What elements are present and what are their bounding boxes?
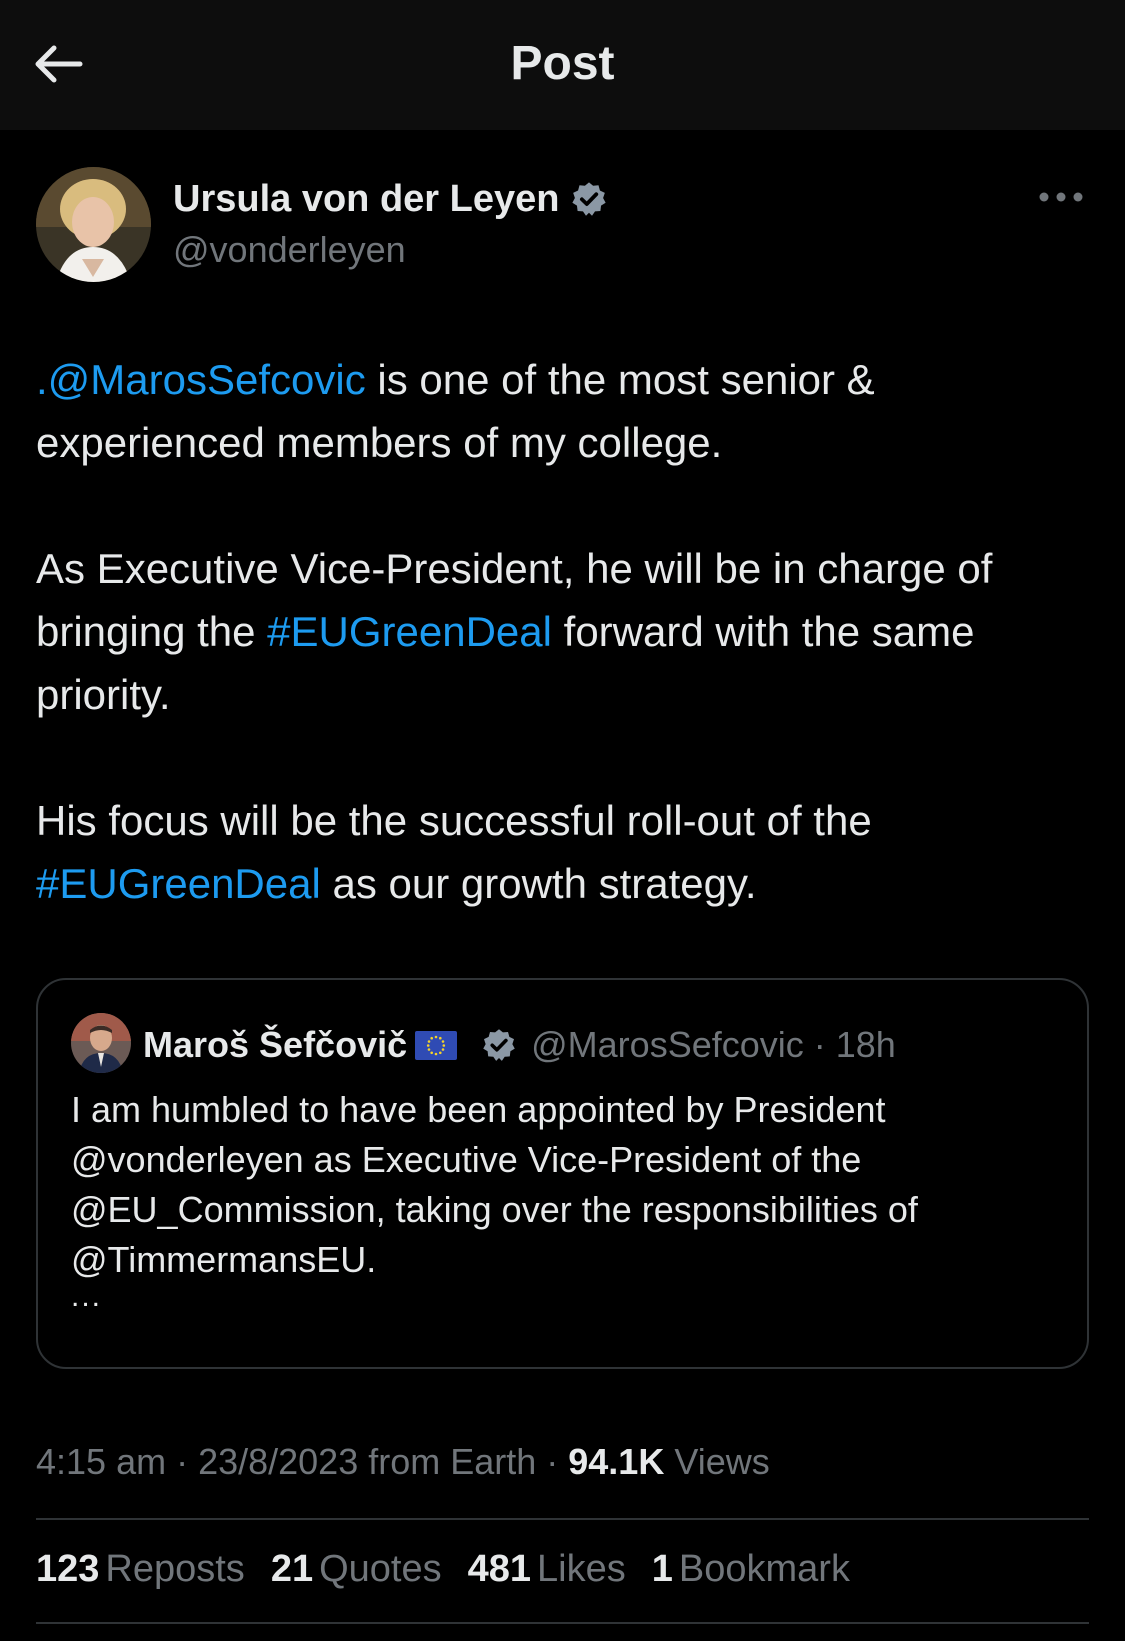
stat-count: 481 [467,1548,532,1590]
views-count: 94.1K [568,1441,665,1482]
stat-label: Likes [537,1548,626,1590]
engagement-stats: 123 Reposts 21 Quotes 481 Likes 1 Bookmark [36,1548,876,1591]
mention-link[interactable]: .@MarosSefcovic [36,356,366,403]
divider [36,1518,1089,1520]
author-handle[interactable]: @vonderleyen [173,229,406,271]
stat-count: 123 [36,1548,100,1590]
author-name[interactable]: Ursula von der Leyen [173,178,559,221]
verified-badge-icon[interactable] [481,1027,517,1063]
post-timestamp[interactable]: 4:15 am · 23/8/2023 from Earth · [36,1441,568,1482]
views-label: Views [664,1441,770,1482]
quote-ellipsis: ... [71,1280,103,1313]
hashtag-link[interactable]: #EUGreenDeal [36,860,321,907]
more-horizontal-icon [1039,192,1083,202]
quote-text: I am humbled to have been appointed by P… [71,1089,918,1280]
eu-flag-icon [415,1030,458,1060]
tweet-paragraph-1: .@MarosSefcovic is one of the most senio… [36,348,1096,474]
tweet-text-segment: as our growth strategy. [320,860,757,907]
tweet-paragraph-3: His focus will be the successful roll-ou… [36,789,1096,915]
top-bar: Post [0,0,1125,130]
verified-badge-icon[interactable] [570,180,608,218]
stat-reposts[interactable]: 123 Reposts [36,1548,245,1591]
stat-likes[interactable]: 481 Likes [468,1548,626,1591]
tweet-text-segment: His focus will be the successful roll-ou… [36,797,872,844]
stat-count: 1 [651,1548,673,1590]
quote-header: Maroš Šefčovič @MarosSefcovic · 18h [143,1020,896,1070]
divider [36,1622,1089,1624]
more-options-button[interactable] [1036,186,1086,208]
post-meta: 4:15 am · 23/8/2023 from Earth · 94.1K V… [36,1441,770,1483]
stat-bookmarks[interactable]: 1 Bookmark [652,1548,850,1591]
stat-count: 21 [270,1548,314,1590]
quote-author-avatar[interactable] [71,1013,131,1073]
stat-label: Quotes [319,1548,442,1590]
quote-author-name[interactable]: Maroš Šefčovič [143,1024,407,1066]
stat-label: Reposts [105,1548,245,1590]
quote-handle-time[interactable]: @MarosSefcovic · 18h [531,1024,896,1066]
page-title: Post [510,37,615,90]
tweet-text: .@MarosSefcovic is one of the most senio… [36,348,1096,915]
tweet-paragraph-2: As Executive Vice-President, he will be … [36,537,1096,726]
hashtag-link[interactable]: #EUGreenDeal [267,608,552,655]
author-avatar[interactable] [36,167,151,282]
stat-label: Bookmark [678,1548,850,1590]
stat-quotes[interactable]: 21 Quotes [271,1548,442,1591]
quoted-tweet-card[interactable]: Maroš Šefčovič @MarosSefcovic · 18h I am… [36,978,1089,1369]
